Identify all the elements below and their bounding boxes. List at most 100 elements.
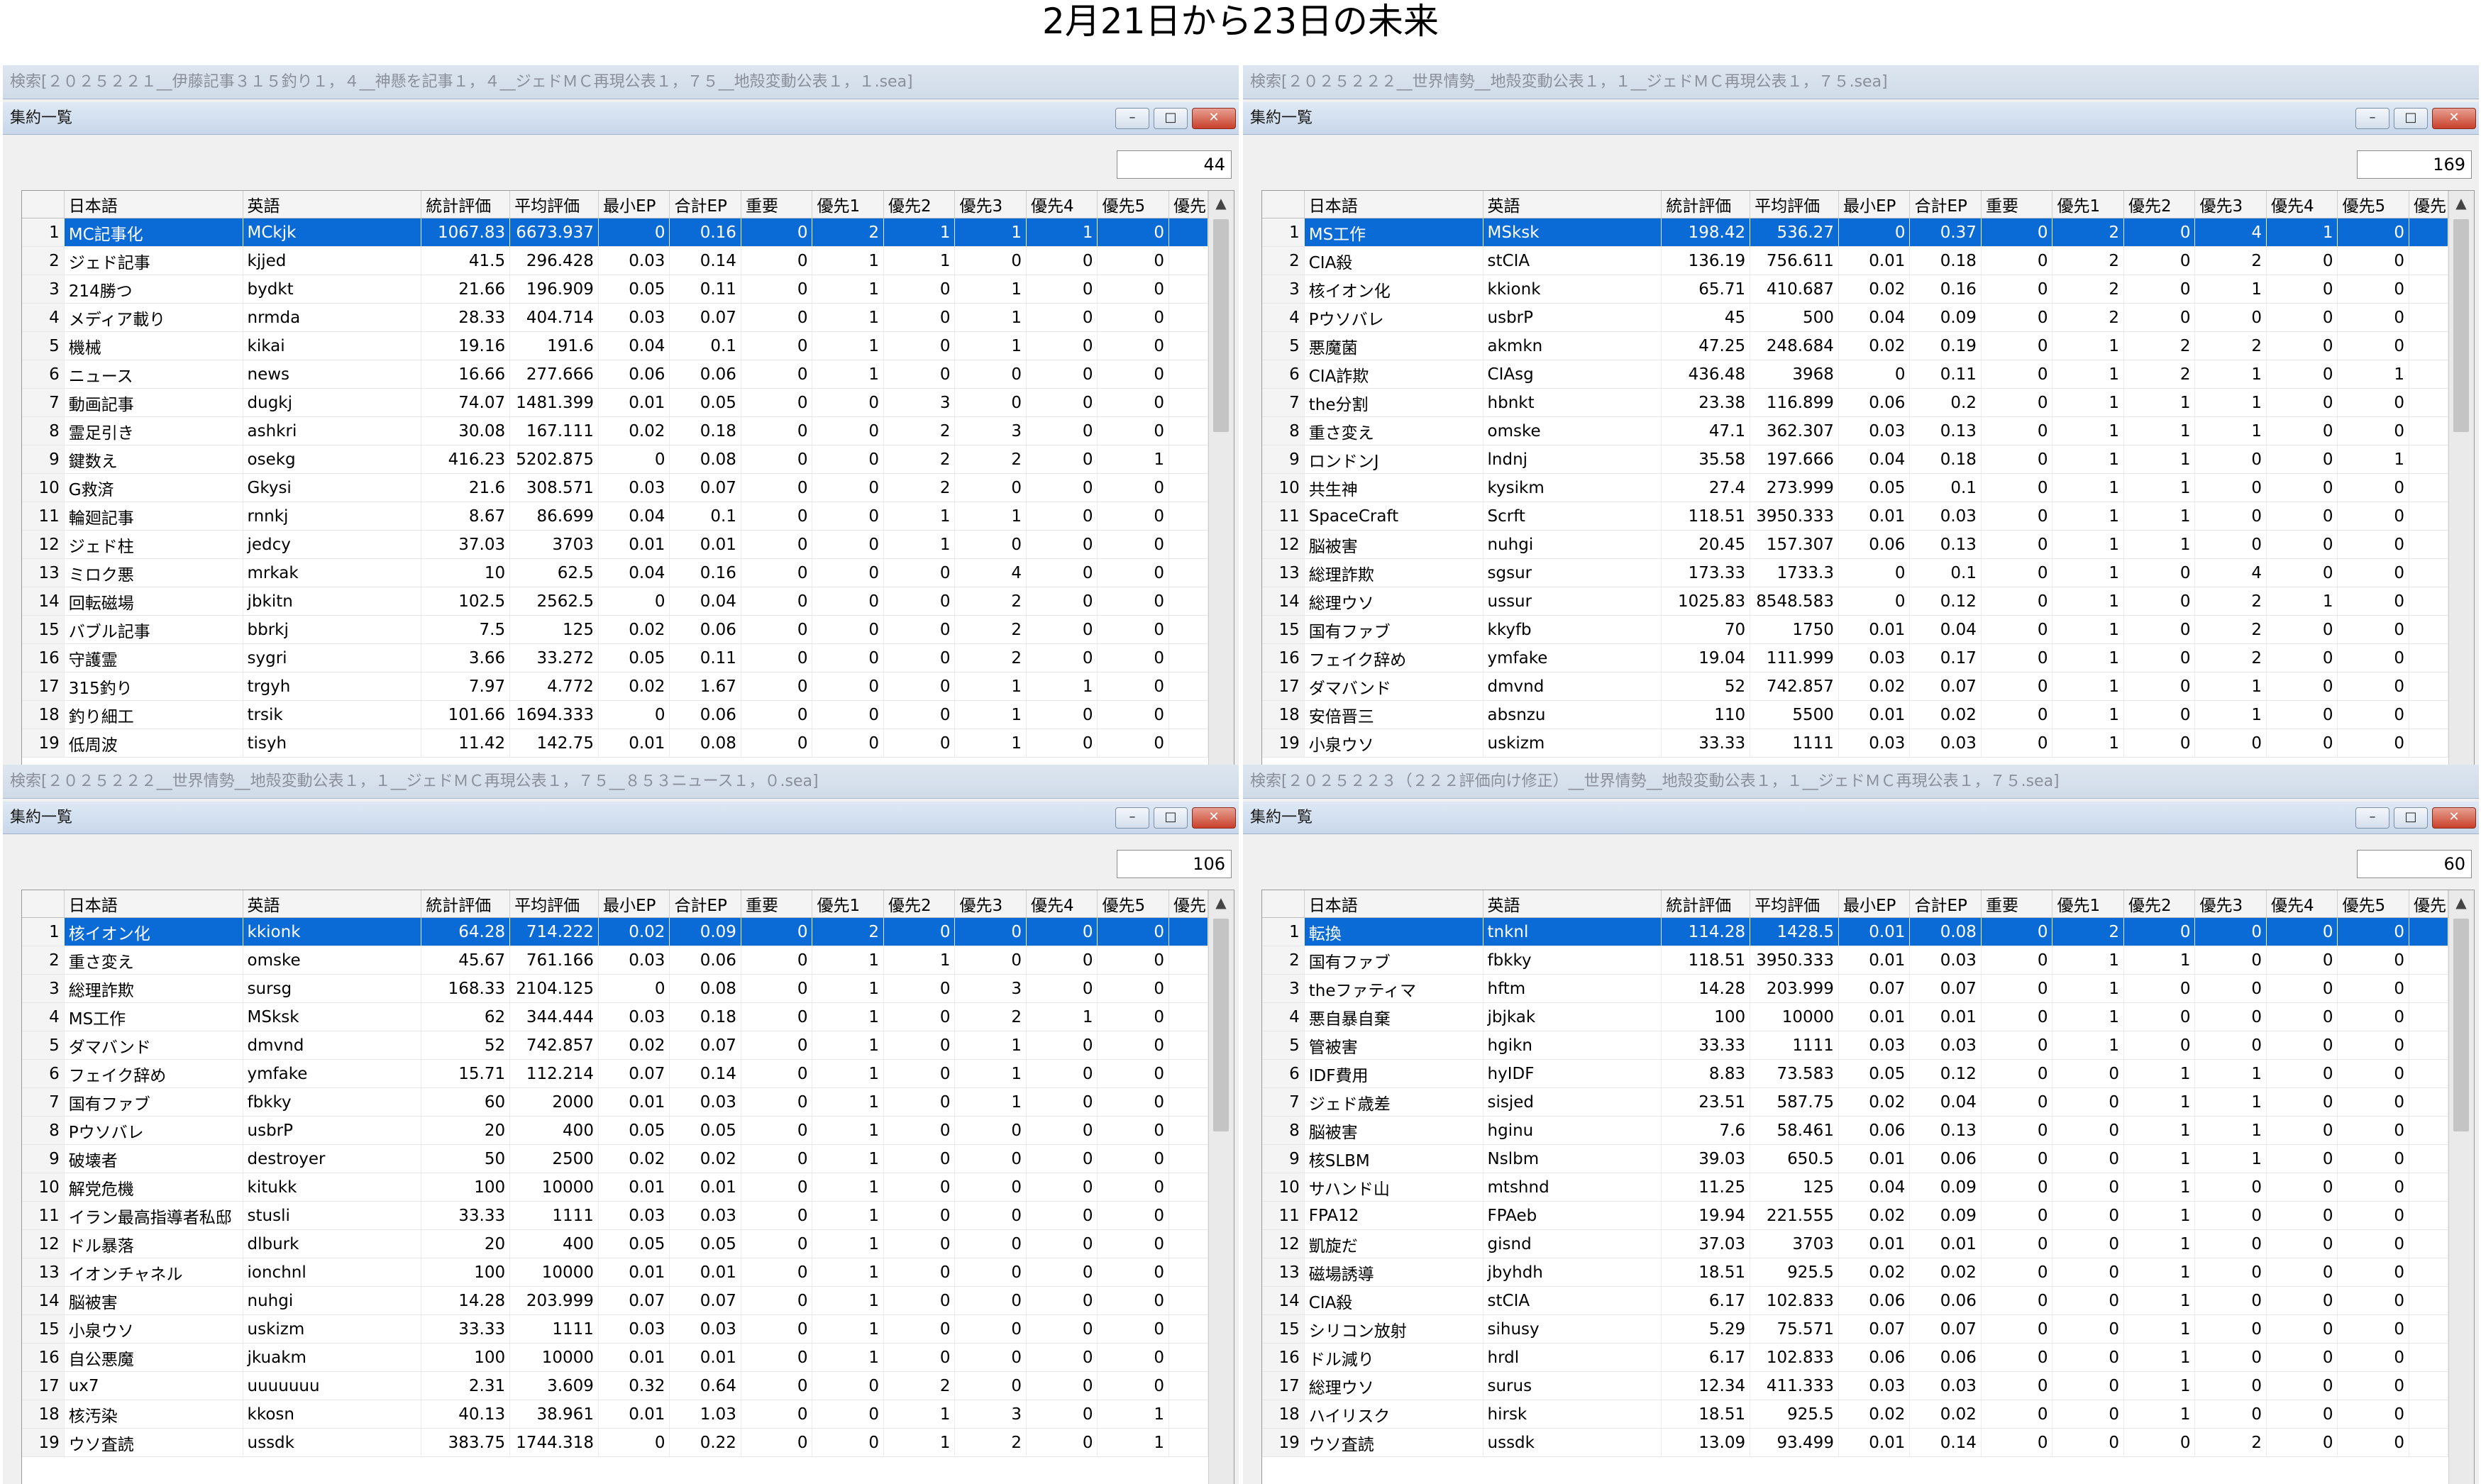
column-header[interactable]: 英語	[243, 890, 422, 918]
table-row[interactable]: 7 動画記事 dugkj 74.07 1481.399 0.01 0.05 0 0 3 0 0 0	[22, 388, 1209, 417]
table-row[interactable]: 14 総理ウソ ussur 1025.83 8548.583 0 0.12 0 1 0 2 1 0	[1262, 587, 2449, 616]
table-row[interactable]: 1 核イオン化 kkionk 64.28 714.222 0.02 0.09 0 2 0 0 0 0	[22, 917, 1209, 946]
table-row[interactable]: 4 悪自暴自棄 jbjkak 100 10000 0.01 0.01 0 1 0 0 0 0	[1262, 1002, 2449, 1031]
column-header[interactable]: 優先1	[2052, 890, 2124, 918]
table-row[interactable]: 8 霊足引き ashkri 30.08 167.111 0.02 0.18 0 0 2 3 0 0	[22, 416, 1209, 445]
scroll-thumb[interactable]	[2453, 919, 2469, 1131]
table-row[interactable]: 10 サハンド山 mtshnd 11.25 125 0.04 0.09 0 0 1 0 0 0	[1262, 1173, 2449, 1202]
table-row[interactable]: 3 theファティマ hftm 14.28 203.999 0.07 0.07 0 1 0 0 0 0	[1262, 974, 2449, 1003]
column-header[interactable]: 優先4	[1026, 191, 1098, 218]
column-header[interactable]: 統計評価	[421, 890, 511, 918]
column-header[interactable]: 平均評価	[509, 191, 599, 218]
table-row[interactable]: 18 ハイリスク hirsk 18.51 925.5 0.02 0.02 0 0 1 0 0 0	[1262, 1400, 2449, 1429]
table-row[interactable]: 4 Pウソバレ usbrP 45 500 0.04 0.09 0 2 0 0 0 0	[1262, 303, 2449, 332]
table-row[interactable]: 2 重さ変え omske 45.67 761.166 0.03 0.06 0 1 1 0 0 0	[22, 946, 1209, 975]
column-header[interactable]: 英語	[1483, 191, 1662, 218]
vertical-scrollbar[interactable]: ▲ ▼	[2448, 890, 2474, 1484]
column-header[interactable]: 優先2	[883, 191, 956, 218]
table-row[interactable]: 8 脳被害 hginu 7.6 58.461 0.06 0.13 0 0 1 1 0 0	[1262, 1116, 2449, 1145]
table-row[interactable]: 12 ドル暴落 dlburk 20 400 0.05 0.05 0 1 0 0 0 0	[22, 1229, 1209, 1258]
table-row[interactable]: 5 管被害 hgikn 33.33 1111 0.03 0.03 0 1 0 0 0 0	[1262, 1031, 2449, 1060]
column-header[interactable]: 重要	[741, 890, 813, 918]
column-header[interactable]: 優先4	[1026, 890, 1098, 918]
column-header[interactable]: 優先	[1168, 191, 1209, 218]
table-row[interactable]: 18 核汚染 kkosn 40.13 38.961 0.01 1.03 0 0 1 3 0 1	[22, 1400, 1209, 1429]
table-row[interactable]: 6 ニュース news 16.66 277.666 0.06 0.06 0 1 0 0 0 0	[22, 360, 1209, 389]
column-header[interactable]: 重要	[1981, 890, 2053, 918]
table-row[interactable]: 8 重さ変え omske 47.1 362.307 0.03 0.13 0 1 1 1 0 0	[1262, 416, 2449, 445]
table-row[interactable]: 6 IDF費用 hyIDF 8.83 73.583 0.05 0.12 0 0 1 1 0 0	[1262, 1059, 2449, 1088]
table-row[interactable]: 15 バブル記事 bbrkj 7.5 125 0.02 0.06 0 0 0 2 0 0	[22, 615, 1209, 644]
table-row[interactable]: 10 共生神 kysikm 27.4 273.999 0.05 0.1 0 1 1 0 0 0	[1262, 473, 2449, 502]
table-row[interactable]: 16 フェイク辞め ymfake 19.04 111.999 0.03 0.17 0 1 0 2 0 0	[1262, 643, 2449, 672]
table-row[interactable]: 17 ダマバンド dmvnd 52 742.857 0.02 0.07 0 1 0 1 0 0	[1262, 672, 2449, 701]
summary-grid[interactable]: 日本語 英語 統計評価 平均評価 最小EP 合計EP 重要 優先1 優先2 優先3 優先4 優先5 優先…	[1261, 890, 2475, 1484]
scroll-up-icon[interactable]: ▲	[1209, 191, 1233, 215]
vertical-scrollbar[interactable]: ▲ ▼	[2448, 191, 2474, 785]
table-row[interactable]: 17 ux7 uuuuuuu 2.31 3.609 0.32 0.64 0 0 2 0 0 0	[22, 1371, 1209, 1400]
summary-grid[interactable]: 日本語 英語 統計評価 平均評価 最小EP 合計EP 重要 優先1 優先2 優先3 優先4 優先5 優先…	[21, 190, 1234, 785]
table-row[interactable]: 6 CIA詐欺 CIAsg 436.48 3968 0 0.11 0 1 2 1 0 1	[1262, 360, 2449, 389]
table-row[interactable]: 11 輪廻記事 rnnkj 8.67 86.699 0.04 0.1 0 0 1 1 0 0	[22, 502, 1209, 531]
column-header[interactable]: 優先3	[2194, 890, 2267, 918]
table-row[interactable]: 2 国有ファブ fbkky 118.51 3950.333 0.01 0.03 0 1 1 0 0 0	[1262, 946, 2449, 975]
column-header[interactable]: 統計評価	[1661, 191, 1751, 218]
column-header[interactable]: 合計EP	[1909, 890, 1982, 918]
column-header[interactable]: 合計EP	[1909, 191, 1982, 218]
table-row[interactable]: 19 低周波 tisyh 11.42 142.75 0.01 0.08 0 0 0 1 0 0	[22, 729, 1209, 758]
column-header[interactable]: 優先2	[2123, 890, 2196, 918]
column-header[interactable]: 英語	[243, 191, 422, 218]
column-header[interactable]: 優先5	[2337, 890, 2409, 918]
column-header[interactable]: 日本語	[64, 890, 243, 918]
vertical-scrollbar[interactable]: ▲ ▼	[1208, 191, 1234, 785]
table-row[interactable]: 15 シリコン放射 sihusy 5.29 75.571 0.07 0.07 0 0 1 0 0 0	[1262, 1314, 2449, 1344]
table-row[interactable]: 2 CIA殺 stCIA 136.19 756.611 0.01 0.18 0 2 0 2 0 0	[1262, 246, 2449, 275]
column-header[interactable]: 最小EP	[598, 890, 670, 918]
table-row[interactable]: 5 悪魔菌 akmkn 47.25 248.684 0.02 0.19 0 1 2 2 0 0	[1262, 331, 2449, 360]
table-row[interactable]: 7 the分割 hbnkt 23.38 116.899 0.06 0.2 0 1 1 1 0 0	[1262, 388, 2449, 417]
maximize-button[interactable]: □	[1154, 108, 1188, 129]
scroll-thumb[interactable]	[1213, 919, 1229, 1131]
table-row[interactable]: 16 自公悪魔 jkuakm 100 10000 0.01 0.01 0 1 0 0 0 0	[22, 1343, 1209, 1372]
column-header[interactable]: 優先5	[1097, 191, 1169, 218]
close-button[interactable]: ✕	[2432, 108, 2476, 129]
column-header[interactable]: 日本語	[1304, 191, 1483, 218]
table-row[interactable]: 7 国有ファブ fbkky 60 2000 0.01 0.03 0 1 0 1 0 0	[22, 1087, 1209, 1117]
column-header[interactable]: 平均評価	[1750, 890, 1839, 918]
column-header[interactable]: 優先3	[2194, 191, 2267, 218]
table-row[interactable]: 12 凱旋だ gisnd 37.03 3703 0.01 0.01 0 0 1 0 0 0	[1262, 1229, 2449, 1258]
table-row[interactable]: 1 転換 tnknl 114.28 1428.5 0.01 0.08 0 2 0 0 0 0	[1262, 917, 2449, 946]
column-header[interactable]: 優先4	[2266, 191, 2338, 218]
close-button[interactable]: ✕	[2432, 807, 2476, 829]
column-header[interactable]: 優先	[1168, 890, 1209, 918]
table-row[interactable]: 19 小泉ウソ uskizm 33.33 1111 0.03 0.03 0 1 0 0 0 0	[1262, 729, 2449, 758]
column-header[interactable]: 優先2	[2123, 191, 2196, 218]
column-header[interactable]: 優先1	[812, 890, 884, 918]
table-row[interactable]: 16 ドル減り hrdl 6.17 102.833 0.06 0.06 0 0 1 0 0 0	[1262, 1343, 2449, 1372]
table-row[interactable]: 1 MC記事化 MCkjk 1067.83 6673.937 0 0.16 0 2 1 1 1 0	[22, 218, 1209, 247]
column-header[interactable]: 優先	[2409, 890, 2449, 918]
summary-grid[interactable]: 日本語 英語 統計評価 平均評価 最小EP 合計EP 重要 優先1 優先2 優先3 優先4 優先5 優先…	[1261, 190, 2475, 785]
table-row[interactable]: 3 214勝つ bydkt 21.66 196.909 0.05 0.11 0 1 0 1 0 0	[22, 275, 1209, 304]
table-row[interactable]: 2 ジェド記事 kjjed 41.5 296.428 0.03 0.14 0 1 1 0 0 0	[22, 246, 1209, 275]
column-header[interactable]: 合計EP	[669, 890, 741, 918]
table-row[interactable]: 19 ウソ査読 ussdk 383.75 1744.318 0 0.22 0 0 1 2 0 1	[22, 1428, 1209, 1457]
table-row[interactable]: 14 脳被害 nuhgi 14.28 203.999 0.07 0.07 0 1 0 0 0 0	[22, 1286, 1209, 1315]
vertical-scrollbar[interactable]: ▲ ▼	[1208, 890, 1234, 1484]
column-header[interactable]: 優先2	[883, 890, 956, 918]
table-row[interactable]: 5 ダマバンド dmvnd 52 742.857 0.02 0.07 0 1 0 1 0 0	[22, 1031, 1209, 1060]
table-row[interactable]: 13 イオンチャネル ionchnl 100 10000 0.01 0.01 0 1 0 0 0 0	[22, 1258, 1209, 1287]
scroll-thumb[interactable]	[2453, 219, 2469, 432]
table-row[interactable]: 9 核SLBM Nslbm 39.03 650.5 0.01 0.06 0 0 1 1 0 0	[1262, 1144, 2449, 1173]
table-row[interactable]: 12 脳被害 nuhgi 20.45 157.307 0.06 0.13 0 1 1 0 0 0	[1262, 530, 2449, 559]
maximize-button[interactable]: □	[2394, 108, 2428, 129]
maximize-button[interactable]: □	[2394, 807, 2428, 829]
table-row[interactable]: 13 磁場誘導 jbyhdh 18.51 925.5 0.02 0.02 0 0 1 0 0 0	[1262, 1258, 2449, 1287]
table-row[interactable]: 16 守護霊 sygri 3.66 33.272 0.05 0.11 0 0 0 2 0 0	[22, 643, 1209, 672]
table-row[interactable]: 3 総理詐欺 sursg 168.33 2104.125 0 0.08 0 1 0 3 0 0	[22, 974, 1209, 1003]
table-row[interactable]: 8 Pウソバレ usbrP 20 400 0.05 0.05 0 1 0 0 0 0	[22, 1116, 1209, 1145]
minimize-button[interactable]: –	[1115, 807, 1149, 829]
table-row[interactable]: 19 ウソ査読 ussdk 13.09 93.499 0.01 0.14 0 0 0 2 0 0	[1262, 1428, 2449, 1457]
scroll-up-icon[interactable]: ▲	[1209, 890, 1233, 914]
column-header[interactable]: 重要	[1981, 191, 2053, 218]
